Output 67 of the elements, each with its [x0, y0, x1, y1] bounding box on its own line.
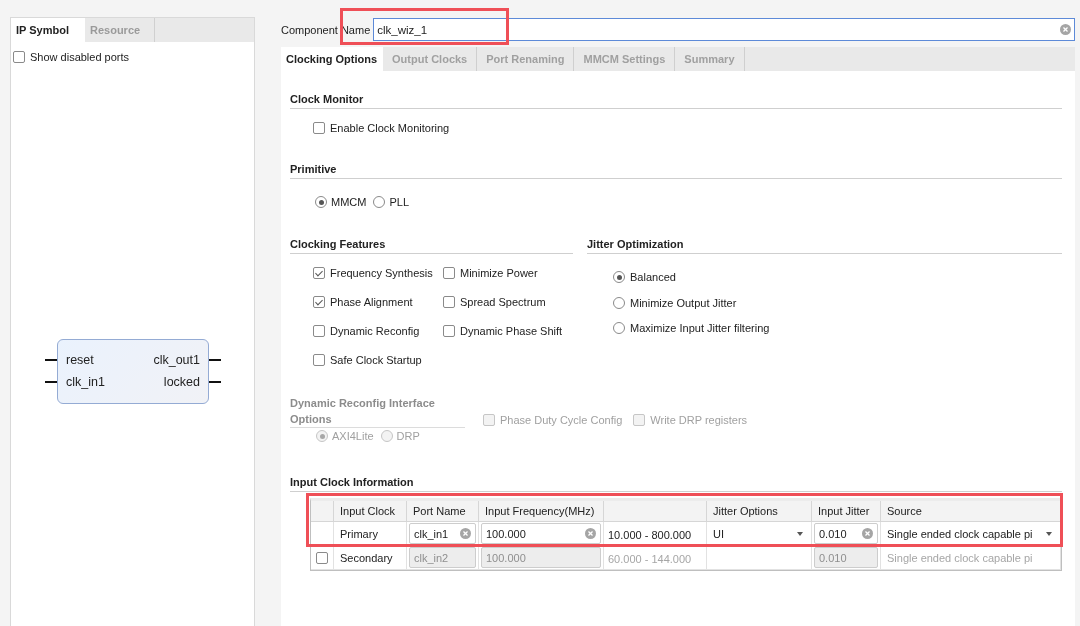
- column-header: Input Clock: [334, 501, 407, 522]
- column-header: Input Jitter: [812, 501, 881, 522]
- clear-icon[interactable]: [862, 528, 873, 539]
- radio-button[interactable]: [613, 271, 625, 283]
- tab[interactable]: IP Symbol: [11, 18, 85, 42]
- radio-label: DRP: [396, 430, 420, 442]
- clear-icon[interactable]: [460, 528, 471, 539]
- radio-label: Minimize Output Jitter: [630, 296, 737, 309]
- checkbox[interactable]: [313, 325, 325, 337]
- column-header: Jitter Options: [707, 501, 812, 522]
- radio-label: AXI4Lite: [332, 430, 374, 442]
- section-heading: Primitive: [290, 162, 1062, 179]
- checkbox[interactable]: [313, 296, 325, 308]
- clear-icon[interactable]: [1060, 24, 1071, 35]
- checkbox-label: Dynamic Reconfig: [330, 325, 420, 337]
- frequency-field[interactable]: 100.000: [481, 523, 601, 544]
- port-label: reset: [66, 352, 95, 368]
- caret-icon[interactable]: [797, 531, 803, 536]
- table-cell: 10.000 - 800.000: [604, 522, 707, 546]
- jitter-options-dropdown[interactable]: UI: [709, 523, 809, 544]
- radio-label: Balanced: [630, 271, 676, 283]
- radio-label: MMCM: [331, 196, 367, 208]
- checkbox-label: Write DRP registers: [650, 414, 748, 426]
- checkbox-label: Dynamic Phase Shift: [460, 325, 563, 337]
- port-name-field[interactable]: clk_in1: [409, 523, 476, 544]
- radio-button[interactable]: [373, 196, 386, 208]
- checkbox[interactable]: [313, 267, 325, 279]
- tab[interactable]: Resource: [85, 18, 156, 42]
- port-label: clk_in1: [66, 374, 105, 390]
- checkbox-label: Enable Clock Monitoring: [330, 122, 450, 134]
- checkbox-label: Phase Alignment: [330, 296, 413, 308]
- section-heading: Jitter Optimization: [587, 237, 1062, 254]
- section-heading: Clock Monitor: [290, 92, 1062, 109]
- section-heading: Input Clock Information: [290, 475, 1062, 492]
- column-header: Input Frequency(MHz): [479, 501, 604, 522]
- column-header: Source: [881, 501, 1061, 522]
- input-jitter-field[interactable]: 0.010: [814, 523, 878, 544]
- checkbox-label: Spread Spectrum: [460, 296, 546, 308]
- source-dropdown[interactable]: Single ended clock capable pi: [883, 523, 1058, 544]
- section-heading: Dynamic Reconfig Interface Options: [290, 395, 465, 428]
- checkbox[interactable]: [443, 267, 455, 279]
- checkbox-label: Safe Clock Startup: [330, 354, 422, 366]
- checkbox-label: Show disabled ports: [30, 51, 130, 63]
- checkbox[interactable]: [313, 122, 325, 134]
- component-name-field[interactable]: clk_wiz_1: [373, 18, 1075, 41]
- checkbox-label: Minimize Power: [460, 267, 538, 279]
- table-cell: 60.000 - 144.000: [604, 546, 707, 570]
- radio-button[interactable]: [613, 296, 625, 309]
- caret-icon[interactable]: [1046, 531, 1052, 536]
- port-label: locked: [163, 374, 200, 390]
- clear-icon[interactable]: [585, 528, 596, 539]
- port-label: clk_out1: [153, 352, 200, 368]
- radio-label: Maximize Input Jitter filtering: [630, 322, 770, 334]
- table-cell: Primary: [334, 522, 407, 546]
- column-header: Port Name: [407, 501, 479, 522]
- tab[interactable]: Clocking Options: [281, 47, 384, 71]
- checkbox[interactable]: [313, 354, 325, 366]
- radio-label: PLL: [389, 196, 409, 208]
- radio-button[interactable]: [613, 322, 625, 334]
- checkbox[interactable]: [443, 296, 455, 308]
- table-cell: Secondary: [334, 546, 407, 570]
- checkbox[interactable]: [443, 325, 455, 337]
- checkbox-label: Phase Duty Cycle Config: [500, 414, 623, 426]
- section-heading: Clocking Features: [290, 237, 573, 254]
- radio-button[interactable]: [315, 196, 327, 208]
- checkbox-label: Frequency Synthesis: [330, 267, 433, 279]
- checkbox[interactable]: [13, 51, 25, 63]
